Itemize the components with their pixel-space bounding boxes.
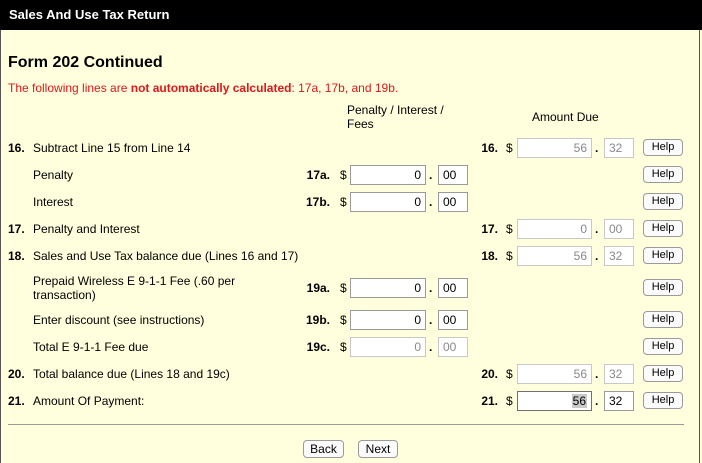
- line-19b-dollar-sign: $: [340, 313, 347, 327]
- line-19a-label: Prepaid Wireless E 9-1-1 Fee (.60 per tr…: [33, 274, 235, 302]
- footer-divider: [8, 424, 684, 425]
- line-17b-decimal: .: [429, 195, 433, 209]
- amount-due-header: Amount Due: [532, 110, 599, 124]
- line-19b-label: Enter discount (see instructions): [33, 313, 205, 327]
- penalty-interest-header: Penalty / Interest / Fees: [347, 103, 444, 131]
- line-21-dollars-value: 56: [571, 394, 587, 408]
- line-16-dollar-sign: $: [506, 141, 513, 155]
- line-19c-dollar-sign: $: [340, 340, 347, 354]
- line-number-20: 20.: [8, 367, 25, 381]
- line-17a-label: Penalty: [33, 168, 74, 182]
- line-17b-cents-input[interactable]: 00: [438, 192, 468, 212]
- line-17a-dollars-input[interactable]: 0: [350, 165, 426, 185]
- line-18-code: 18.: [481, 249, 498, 263]
- window-title: Sales And Use Tax Return: [0, 0, 702, 30]
- line-17b-help-button[interactable]: Help: [643, 193, 683, 210]
- line-17b-dollar-sign: $: [340, 195, 347, 209]
- line-21-label: Amount Of Payment:: [33, 394, 145, 408]
- line-21-code: 21.: [481, 394, 498, 408]
- line-17-code: 17.: [481, 222, 498, 236]
- line-19a-decimal: .: [429, 281, 433, 295]
- line-17b-code: 17b.: [305, 195, 330, 209]
- line-18-dollar-sign: $: [506, 249, 513, 263]
- notice-bold: not automatically calculated: [130, 81, 292, 95]
- line-19a-label-line1: Prepaid Wireless E 9-1-1 Fee (.60 per: [33, 274, 236, 288]
- line-19c-label: Total E 9-1-1 Fee due: [33, 340, 149, 354]
- notice-suffix: : 17a, 17b, and 19b.: [291, 81, 399, 95]
- line-19c-cents-field: 00: [438, 337, 468, 357]
- penalty-interest-header-line1: Penalty / Interest /: [347, 103, 444, 117]
- line-17a-decimal: .: [429, 168, 433, 182]
- line-16-code: 16.: [481, 141, 498, 155]
- line-17a-help-button[interactable]: Help: [643, 166, 683, 183]
- line-17-decimal: .: [595, 222, 599, 236]
- line-16-decimal: .: [595, 141, 599, 155]
- line-17-dollars-field: 0: [517, 219, 592, 239]
- line-19c-help-button[interactable]: Help: [643, 338, 683, 355]
- line-20-dollars-field: 56: [517, 364, 592, 384]
- form-title: Form 202 Continued: [8, 54, 163, 71]
- line-18-label: Sales and Use Tax balance due (Lines 16 …: [33, 249, 299, 263]
- line-19b-decimal: .: [429, 313, 433, 327]
- line-19a-cents-input[interactable]: 00: [438, 278, 468, 298]
- line-21-help-button[interactable]: Help: [643, 392, 683, 409]
- line-20-dollar-sign: $: [506, 367, 513, 381]
- line-20-code: 20.: [481, 367, 498, 381]
- line-19a-code: 19a.: [306, 281, 330, 295]
- line-17b-label: Interest: [33, 195, 74, 209]
- line-19a-label-line2: transaction): [33, 288, 96, 302]
- next-button[interactable]: Next: [358, 440, 398, 458]
- line-16-dollars-field: 56: [517, 138, 592, 158]
- line-16-help-button[interactable]: Help: [643, 139, 683, 156]
- penalty-interest-header-line2: Fees: [347, 117, 374, 131]
- line-17-help-button[interactable]: Help: [643, 220, 683, 237]
- line-number-18: 18.: [8, 249, 25, 263]
- line-16-cents-field: 32: [604, 138, 634, 158]
- line-17-dollar-sign: $: [506, 222, 513, 236]
- line-19c-code: 19c.: [306, 340, 330, 354]
- line-number-17: 17.: [8, 222, 25, 236]
- line-18-decimal: .: [595, 249, 599, 263]
- line-19b-dollars-input[interactable]: 0: [350, 310, 426, 330]
- line-number-21: 21.: [8, 394, 25, 408]
- notice-prefix: The following lines are: [8, 81, 131, 95]
- line-17-label: Penalty and Interest: [33, 222, 140, 236]
- line-19a-dollars-input[interactable]: 0: [350, 278, 426, 298]
- line-20-cents-field: 32: [604, 364, 634, 384]
- line-20-help-button[interactable]: Help: [643, 365, 683, 382]
- line-18-cents-field: 32: [604, 246, 634, 266]
- line-17a-cents-input[interactable]: 00: [438, 165, 468, 185]
- line-19b-cents-input[interactable]: 00: [438, 310, 468, 330]
- line-19b-code: 19b.: [305, 313, 330, 327]
- line-19b-help-button[interactable]: Help: [643, 311, 683, 328]
- line-19c-decimal: .: [429, 340, 433, 354]
- back-button[interactable]: Back: [303, 440, 344, 458]
- notice-text: The following lines are not automaticall…: [8, 81, 398, 95]
- line-21-dollars-input[interactable]: 56: [517, 391, 592, 411]
- line-17b-dollars-input[interactable]: 0: [350, 192, 426, 212]
- line-21-decimal: .: [595, 394, 599, 408]
- line-18-dollars-field: 56: [517, 246, 592, 266]
- line-17a-dollar-sign: $: [340, 168, 347, 182]
- line-19a-help-button[interactable]: Help: [643, 279, 683, 296]
- line-18-help-button[interactable]: Help: [643, 247, 683, 264]
- line-21-dollar-sign: $: [506, 394, 513, 408]
- line-20-decimal: .: [595, 367, 599, 381]
- line-17a-code: 17a.: [306, 168, 330, 182]
- line-number-16: 16.: [8, 141, 25, 155]
- line-20-label: Total balance due (Lines 18 and 19c): [33, 367, 230, 381]
- line-16-label: Subtract Line 15 from Line 14: [33, 141, 191, 155]
- line-19c-dollars-field: 0: [350, 337, 426, 357]
- line-19a-dollar-sign: $: [340, 281, 347, 295]
- line-17-cents-field: 00: [604, 219, 634, 239]
- line-21-cents-input[interactable]: 32: [604, 391, 634, 411]
